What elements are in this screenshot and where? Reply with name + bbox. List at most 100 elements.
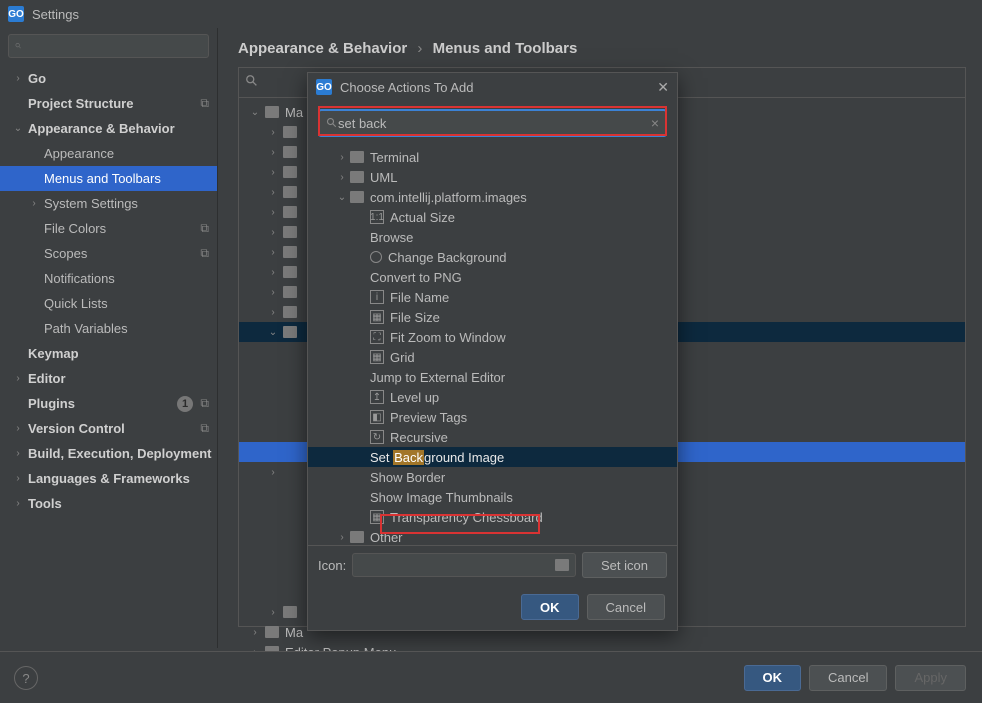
action-item-terminal[interactable]: ›Terminal bbox=[308, 147, 677, 167]
sidebar-item-label: Version Control bbox=[28, 421, 125, 436]
sidebar-item-plugins[interactable]: Plugins1⧉ bbox=[0, 391, 217, 416]
action-icon: ▦ bbox=[370, 510, 384, 524]
action-label: Terminal bbox=[370, 150, 419, 165]
menus-search[interactable] bbox=[245, 74, 273, 91]
sidebar-item-file-colors[interactable]: File Colors⧉ bbox=[0, 216, 217, 241]
sidebar-item-system-settings[interactable]: ›System Settings bbox=[0, 191, 217, 216]
action-item-grid[interactable]: ▦Grid bbox=[308, 347, 677, 367]
chevron-icon: › bbox=[336, 172, 348, 183]
breadcrumb-a: Appearance & Behavior bbox=[238, 40, 407, 57]
action-item-file-size[interactable]: ▦File Size bbox=[308, 307, 677, 327]
sidebar-item-keymap[interactable]: Keymap bbox=[0, 341, 217, 366]
sidebar-item-editor[interactable]: ›Editor bbox=[0, 366, 217, 391]
search-icon bbox=[326, 117, 338, 129]
cancel-button[interactable]: Cancel bbox=[809, 665, 887, 691]
sidebar-item-label: System Settings bbox=[44, 196, 138, 211]
folder-icon bbox=[283, 266, 297, 278]
dialog-search-input[interactable] bbox=[338, 116, 651, 131]
folder-icon bbox=[283, 206, 297, 218]
sidebar-item-tools[interactable]: ›Tools bbox=[0, 491, 217, 516]
sidebar-item-label: Go bbox=[28, 71, 46, 86]
action-item-jump-to-external-editor[interactable]: Jump to External Editor bbox=[308, 367, 677, 387]
folder-icon bbox=[283, 126, 297, 138]
sidebar-item-label: Quick Lists bbox=[44, 296, 108, 311]
sidebar-item-label: Appearance bbox=[44, 146, 114, 161]
folder-icon[interactable] bbox=[555, 559, 569, 571]
sidebar-item-quick-lists[interactable]: Quick Lists bbox=[0, 291, 217, 316]
action-label: Grid bbox=[390, 350, 415, 365]
dialog-ok-button[interactable]: OK bbox=[521, 594, 579, 620]
action-item-file-name[interactable]: iFile Name bbox=[308, 287, 677, 307]
folder-icon bbox=[283, 146, 297, 158]
chevron-icon: › bbox=[12, 373, 24, 384]
sidebar-item-languages-frameworks[interactable]: ›Languages & Frameworks bbox=[0, 466, 217, 491]
chevron-icon: ⌄ bbox=[249, 107, 261, 118]
sidebar-item-notifications[interactable]: Notifications bbox=[0, 266, 217, 291]
sidebar-item-go[interactable]: ›Go bbox=[0, 66, 217, 91]
icon-chooser-row: Icon: Set icon bbox=[308, 545, 677, 584]
action-item-transparency-chessboard[interactable]: ▦Transparency Chessboard bbox=[308, 507, 677, 527]
action-item-com-intellij-platform-images[interactable]: ⌄com.intellij.platform.images bbox=[308, 187, 677, 207]
apply-button[interactable]: Apply bbox=[895, 665, 966, 691]
icon-path-input[interactable] bbox=[352, 553, 576, 577]
action-item-set-background-image[interactable]: Set Background Image bbox=[308, 447, 677, 467]
project-badge-icon: ⧉ bbox=[200, 396, 209, 411]
clear-search-icon[interactable]: × bbox=[651, 115, 659, 131]
chevron-icon: › bbox=[267, 467, 279, 478]
folder-icon bbox=[283, 166, 297, 178]
chevron-icon: ⌄ bbox=[267, 327, 279, 338]
action-icon: ▦ bbox=[370, 310, 384, 324]
sidebar-item-path-variables[interactable]: Path Variables bbox=[0, 316, 217, 341]
action-icon: ↻ bbox=[370, 430, 384, 444]
sidebar-search-input[interactable] bbox=[26, 39, 202, 54]
folder-icon bbox=[350, 531, 364, 543]
action-label: Level up bbox=[390, 390, 439, 405]
sidebar-item-build-execution-deployment[interactable]: ›Build, Execution, Deployment bbox=[0, 441, 217, 466]
action-item-other[interactable]: ›Other bbox=[308, 527, 677, 545]
sidebar-item-scopes[interactable]: Scopes⧉ bbox=[0, 241, 217, 266]
action-label: Convert to PNG bbox=[370, 270, 462, 285]
sidebar-item-label: Keymap bbox=[28, 346, 79, 361]
dialog-search[interactable]: × bbox=[318, 109, 667, 137]
sidebar-item-label: Languages & Frameworks bbox=[28, 471, 190, 486]
dialog-cancel-button[interactable]: Cancel bbox=[587, 594, 665, 620]
action-icon: ⛶ bbox=[370, 330, 384, 344]
sidebar-item-menus-and-toolbars[interactable]: Menus and Toolbars bbox=[0, 166, 217, 191]
action-label: Fit Zoom to Window bbox=[390, 330, 506, 345]
sidebar-item-appearance-behavior[interactable]: ⌄Appearance & Behavior bbox=[0, 116, 217, 141]
action-label: Recursive bbox=[390, 430, 448, 445]
action-item-level-up[interactable]: ↥Level up bbox=[308, 387, 677, 407]
folder-icon bbox=[283, 226, 297, 238]
app-icon: GO bbox=[8, 6, 24, 22]
close-icon[interactable]: ✕ bbox=[657, 79, 669, 96]
chevron-icon: › bbox=[336, 532, 348, 543]
action-item-fit-zoom-to-window[interactable]: ⛶ Fit Zoom to Window bbox=[308, 327, 677, 347]
folder-icon bbox=[265, 626, 279, 638]
chevron-icon: › bbox=[12, 423, 24, 434]
sidebar-item-appearance[interactable]: Appearance bbox=[0, 141, 217, 166]
search-icon bbox=[245, 74, 259, 88]
action-item-show-border[interactable]: Show Border bbox=[308, 467, 677, 487]
sidebar-item-version-control[interactable]: ›Version Control⧉ bbox=[0, 416, 217, 441]
action-item-actual-size[interactable]: 1:1Actual Size bbox=[308, 207, 677, 227]
breadcrumb: Appearance & Behavior › Menus and Toolba… bbox=[238, 40, 966, 57]
action-item-show-image-thumbnails[interactable]: Show Image Thumbnails bbox=[308, 487, 677, 507]
action-item-browse[interactable]: Browse bbox=[308, 227, 677, 247]
sidebar-search[interactable] bbox=[8, 34, 209, 58]
sidebar-item-label: Scopes bbox=[44, 246, 87, 261]
action-item-change-background[interactable]: Change Background bbox=[308, 247, 677, 267]
chevron-icon: › bbox=[12, 448, 24, 459]
action-item-uml[interactable]: ›UML bbox=[308, 167, 677, 187]
action-label: Browse bbox=[370, 230, 413, 245]
action-item-recursive[interactable]: ↻ Recursive bbox=[308, 427, 677, 447]
folder-icon bbox=[350, 151, 364, 163]
set-icon-button[interactable]: Set icon bbox=[582, 552, 667, 578]
sidebar-item-project-structure[interactable]: Project Structure⧉ bbox=[0, 91, 217, 116]
action-label: Show Image Thumbnails bbox=[370, 490, 513, 505]
action-item-preview-tags[interactable]: ◧Preview Tags bbox=[308, 407, 677, 427]
sidebar-item-label: Tools bbox=[28, 496, 62, 511]
action-label: Preview Tags bbox=[390, 410, 467, 425]
action-item-convert-to-png[interactable]: Convert to PNG bbox=[308, 267, 677, 287]
ok-button[interactable]: OK bbox=[744, 665, 802, 691]
help-button[interactable]: ? bbox=[14, 666, 38, 690]
